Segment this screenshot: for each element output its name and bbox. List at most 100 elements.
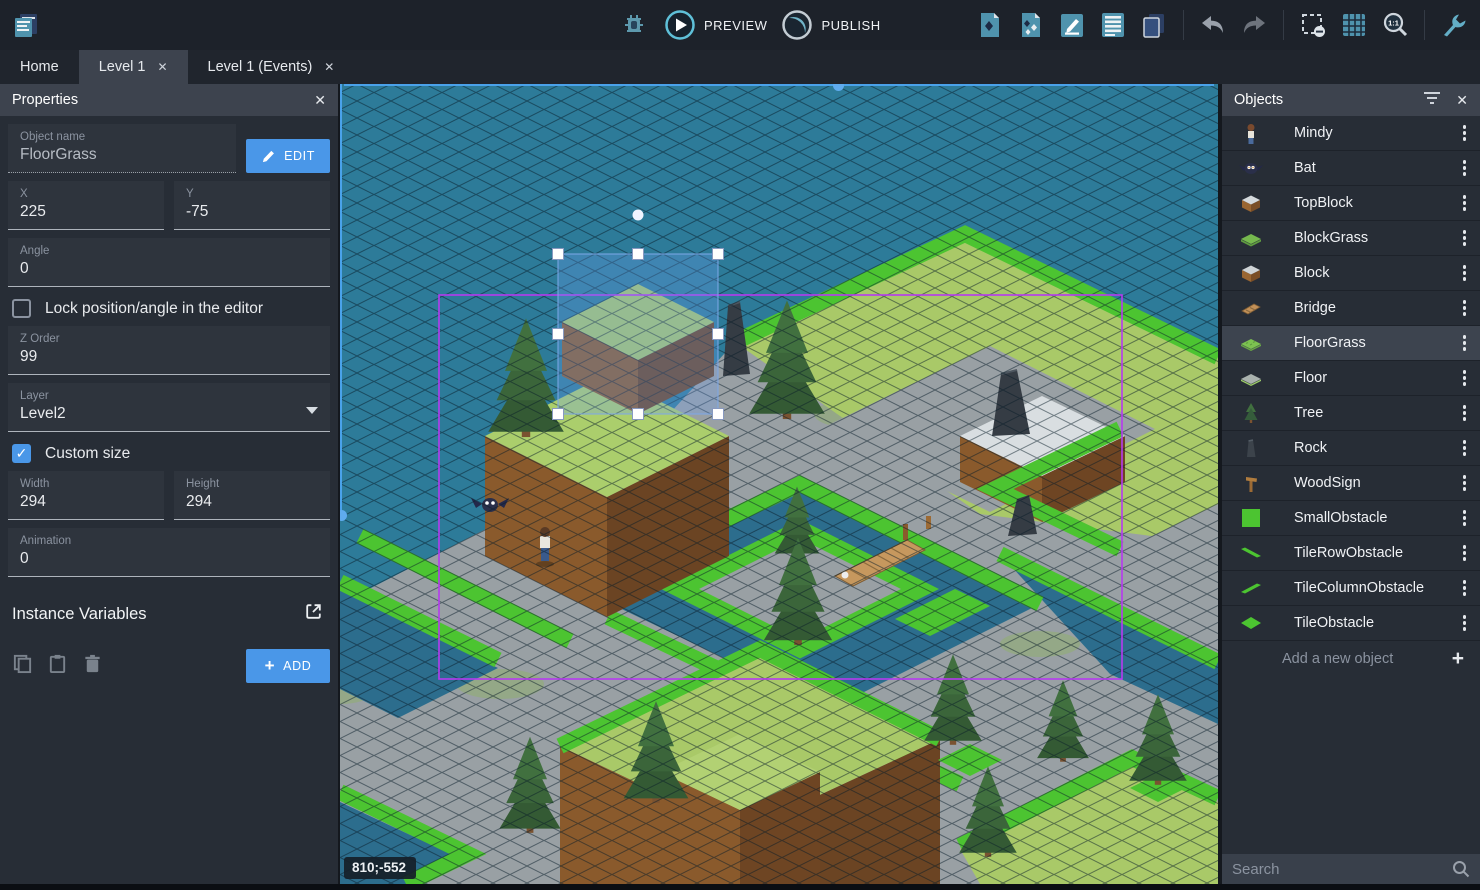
debugger-bug-icon[interactable]	[618, 9, 650, 41]
properties-close-icon[interactable]: ✕	[314, 92, 326, 109]
z-order-field[interactable]: Z Order 99	[8, 326, 330, 375]
copy-icon[interactable]	[12, 653, 33, 679]
tab-level1-close-icon[interactable]: ✕	[157, 60, 167, 74]
animation-field[interactable]: Animation 0	[8, 528, 330, 577]
tab-level1-events[interactable]: Level 1 (Events) ✕	[188, 50, 355, 84]
publish-button[interactable]: PUBLISH	[781, 9, 880, 41]
object-item-bat[interactable]: Bat	[1222, 151, 1480, 186]
kebab-menu-icon[interactable]	[1463, 125, 1467, 141]
object-item-topblock[interactable]: TopBlock	[1222, 186, 1480, 221]
zoom-original-icon[interactable]: 1:1	[1379, 9, 1411, 41]
rotate-handle[interactable]	[633, 210, 644, 221]
objects-search-input[interactable]: Search	[1222, 854, 1480, 884]
object-item-smallobstacle[interactable]: SmallObstacle	[1222, 501, 1480, 536]
object-item-floor[interactable]: Floor	[1222, 361, 1480, 396]
layer-value: Level2	[20, 403, 320, 424]
layer-select[interactable]: Layer Level2	[8, 383, 330, 432]
object-label: Bridge	[1294, 300, 1336, 316]
kebab-menu-icon[interactable]	[1463, 475, 1467, 491]
kebab-menu-icon[interactable]	[1463, 580, 1467, 596]
new-object-icon[interactable]	[974, 9, 1006, 41]
kebab-menu-icon[interactable]	[1463, 160, 1467, 176]
object-item-tilecolumnobstacle[interactable]: TileColumnObstacle	[1222, 571, 1480, 606]
kebab-menu-icon[interactable]	[1463, 195, 1467, 211]
kebab-menu-icon[interactable]	[1463, 265, 1467, 281]
object-item-tileobstacle[interactable]: TileObstacle	[1222, 606, 1480, 641]
tab-home-label: Home	[20, 59, 59, 75]
kebab-menu-icon[interactable]	[1463, 615, 1467, 631]
object-name-field[interactable]: Object name FloorGrass	[8, 124, 236, 173]
topblock-thumbnail	[1238, 190, 1264, 216]
custom-size-checkbox[interactable]: ✓	[12, 444, 31, 463]
width-field[interactable]: Width 294	[8, 471, 164, 520]
object-item-tree[interactable]: Tree	[1222, 396, 1480, 431]
objects-list-icon[interactable]	[1015, 9, 1047, 41]
object-item-tilerowobstacle[interactable]: TileRowObstacle	[1222, 536, 1480, 571]
kebab-menu-icon[interactable]	[1463, 230, 1467, 246]
floorgrass-thumbnail	[1238, 330, 1264, 356]
lock-position-checkbox[interactable]	[12, 299, 31, 318]
edit-scene-icon[interactable]	[1056, 9, 1088, 41]
object-label: Mindy	[1294, 125, 1333, 141]
object-label: WoodSign	[1294, 475, 1361, 491]
kebab-menu-icon[interactable]	[1463, 545, 1467, 561]
tab-home[interactable]: Home	[0, 50, 79, 84]
x-field[interactable]: X 225	[8, 181, 164, 230]
angle-value: 0	[20, 258, 320, 279]
object-name-label: Object name	[20, 130, 226, 144]
scene-render	[340, 84, 1218, 884]
plus-icon: +	[265, 656, 276, 676]
tab-level1-label: Level 1	[99, 59, 146, 75]
objects-close-icon[interactable]: ✕	[1456, 92, 1468, 109]
tab-level1-events-label: Level 1 (Events)	[208, 59, 313, 75]
open-variables-icon[interactable]	[303, 601, 324, 627]
object-label: BlockGrass	[1294, 230, 1368, 246]
deselect-marquee-icon[interactable]	[1297, 9, 1329, 41]
y-field[interactable]: Y -75	[174, 181, 330, 230]
z-order-label: Z Order	[20, 332, 320, 346]
object-item-bridge[interactable]: Bridge	[1222, 291, 1480, 326]
add-new-object-button[interactable]: Add a new object +	[1222, 641, 1480, 676]
filter-icon[interactable]	[1424, 91, 1440, 110]
paste-icon[interactable]	[47, 653, 68, 679]
redo-icon[interactable]	[1238, 9, 1270, 41]
settings-wrench-icon[interactable]	[1438, 9, 1470, 41]
horizontal-scrollbar[interactable]	[344, 84, 1214, 86]
kebab-menu-icon[interactable]	[1463, 300, 1467, 316]
layers-list-icon[interactable]	[1097, 9, 1129, 41]
tab-level1-events-close-icon[interactable]: ✕	[324, 60, 334, 74]
angle-field[interactable]: Angle 0	[8, 238, 330, 287]
grid-icon[interactable]	[1338, 9, 1370, 41]
kebab-menu-icon[interactable]	[1463, 335, 1467, 351]
preview-button[interactable]: PREVIEW	[664, 9, 767, 41]
height-field[interactable]: Height 294	[174, 471, 330, 520]
custom-size-row[interactable]: ✓ Custom size	[12, 444, 330, 463]
object-label: Floor	[1294, 370, 1327, 386]
undo-icon[interactable]	[1197, 9, 1229, 41]
object-label: SmallObstacle	[1294, 510, 1387, 526]
height-value: 294	[186, 491, 320, 512]
panel-divider	[1218, 84, 1222, 890]
add-variable-button[interactable]: + ADD	[246, 649, 330, 683]
scene-canvas[interactable]: 810;-552	[340, 84, 1218, 884]
preview-label: PREVIEW	[704, 18, 767, 33]
kebab-menu-icon[interactable]	[1463, 440, 1467, 456]
object-item-block[interactable]: Block	[1222, 256, 1480, 291]
edit-button[interactable]: EDIT	[246, 139, 330, 173]
kebab-menu-icon[interactable]	[1463, 405, 1467, 421]
trash-icon[interactable]	[82, 653, 103, 679]
object-label: TileColumnObstacle	[1294, 580, 1424, 596]
object-item-rock[interactable]: Rock	[1222, 431, 1480, 466]
object-item-woodsign[interactable]: WoodSign	[1222, 466, 1480, 501]
kebab-menu-icon[interactable]	[1463, 510, 1467, 526]
project-manager-icon[interactable]	[10, 9, 42, 41]
vertical-scrollbar[interactable]	[340, 84, 342, 516]
duplicate-pages-icon[interactable]	[1138, 9, 1170, 41]
tab-level1[interactable]: Level 1 ✕	[79, 50, 188, 84]
object-item-blockgrass[interactable]: BlockGrass	[1222, 221, 1480, 256]
lock-position-row[interactable]: Lock position/angle in the editor	[12, 299, 330, 318]
block-thumbnail	[1238, 260, 1264, 286]
object-item-floorgrass[interactable]: FloorGrass	[1222, 326, 1480, 361]
kebab-menu-icon[interactable]	[1463, 370, 1467, 386]
object-item-mindy[interactable]: Mindy	[1222, 116, 1480, 151]
